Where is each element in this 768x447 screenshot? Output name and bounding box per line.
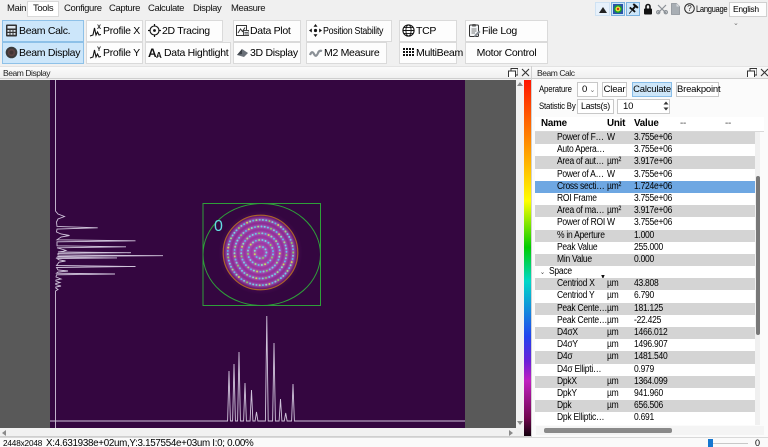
svg-text:X: X xyxy=(97,25,101,31)
svg-text:0: 0 xyxy=(214,218,223,235)
svg-text:A: A xyxy=(156,51,162,59)
svg-text:?: ? xyxy=(687,4,692,13)
svg-text:Y: Y xyxy=(97,47,101,53)
